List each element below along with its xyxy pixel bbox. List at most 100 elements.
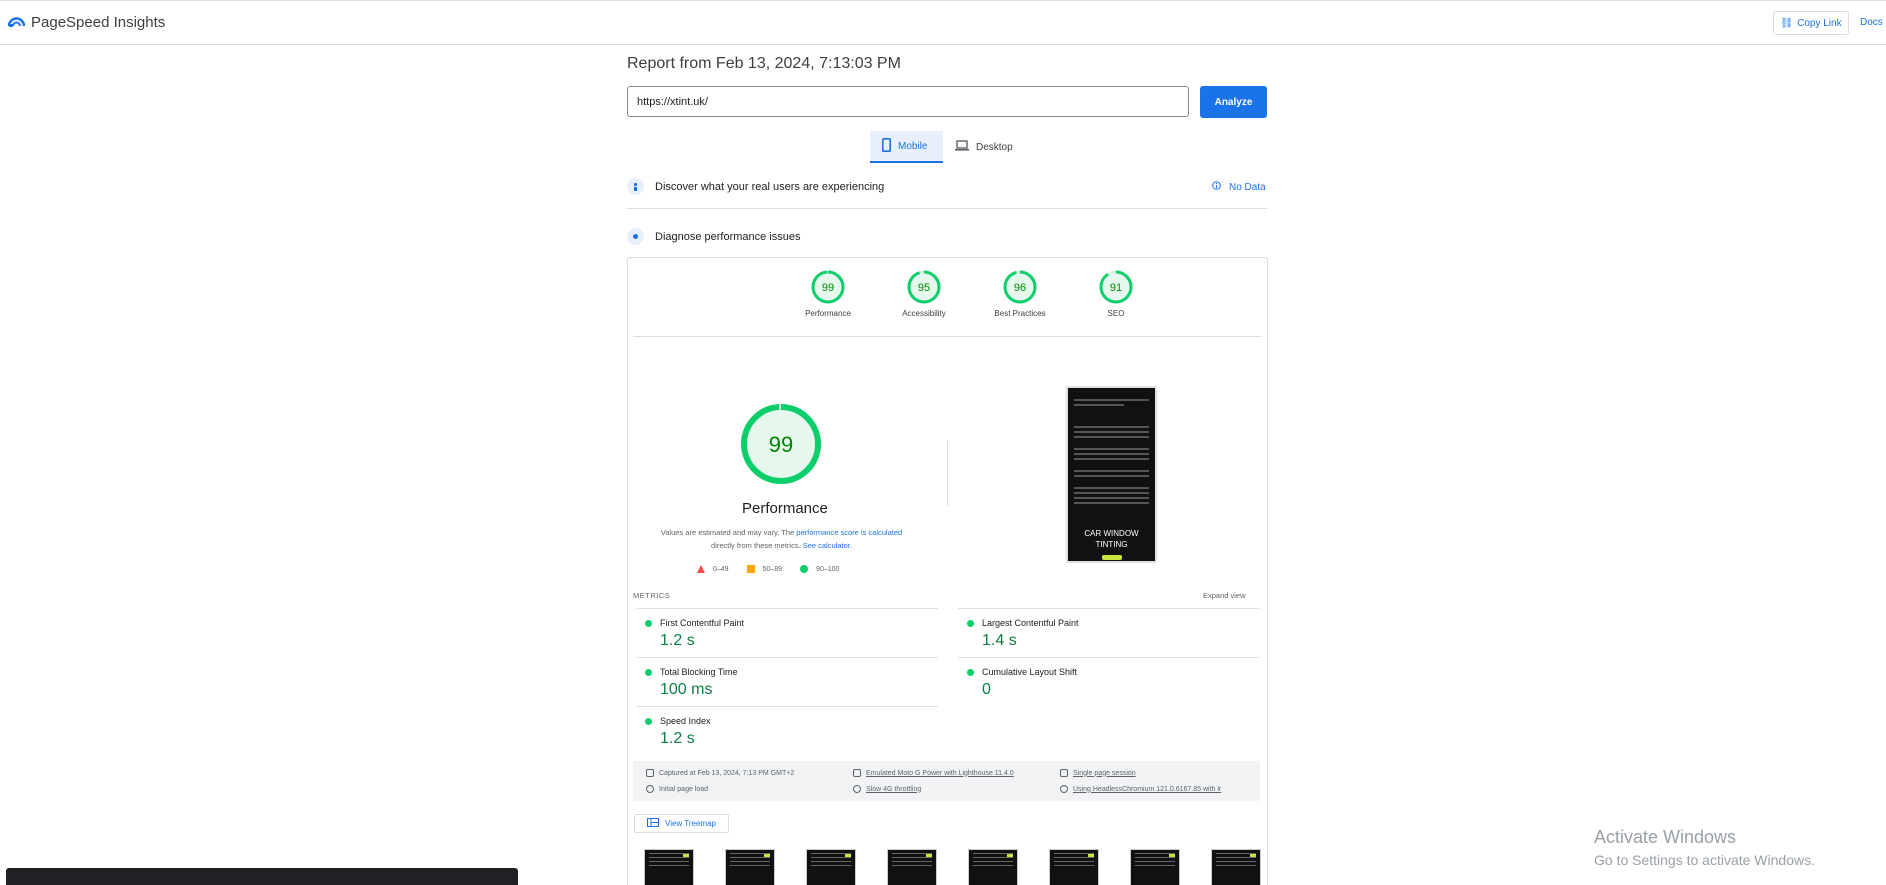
filmstrip-frame <box>1049 849 1099 885</box>
runtime-captured: Captured at Feb 13, 2024, 7:13 PM GMT+2 <box>646 769 794 777</box>
metrics-label: METRICS <box>633 591 671 600</box>
view-treemap-button[interactable]: View Treemap <box>634 814 729 833</box>
top-bar: PageSpeed Insights ⛓ Copy Link Docs <box>0 0 1886 45</box>
timer-icon <box>646 785 654 793</box>
tab-desktop-label: Desktop <box>976 141 1013 153</box>
score-best-practices-label: Best Practices <box>994 309 1046 318</box>
metric-speed-index: Speed Index 1.2 s <box>636 706 938 756</box>
best-practices-gauge: 96 <box>1003 270 1037 304</box>
url-input[interactable] <box>627 86 1189 117</box>
performance-title: Performance <box>742 500 828 517</box>
runtime-initial-load: Initial page load <box>646 785 708 793</box>
treemap-icon <box>647 818 659 829</box>
svg-text:91: 91 <box>1110 282 1122 294</box>
pass-circle-icon <box>645 718 652 725</box>
pass-circle-icon <box>800 565 809 573</box>
legend-average: 50–89 <box>746 565 782 573</box>
svg-text:96: 96 <box>1014 282 1026 294</box>
performance-gauge: 99 <box>811 270 845 304</box>
filmstrip-frame <box>1211 849 1261 885</box>
accessibility-gauge: 95 <box>907 270 941 304</box>
real-users-heading: Discover what your real users are experi… <box>655 180 885 193</box>
seo-gauge: 91 <box>1099 270 1133 304</box>
windows-activation-title: Activate Windows <box>1594 827 1737 847</box>
metric-name: First Contentful Paint <box>660 618 745 628</box>
windows-activation-subtitle: Go to Settings to activate Windows. <box>1594 852 1815 868</box>
fail-triangle-icon <box>697 565 705 573</box>
score-calculated-link[interactable]: performance score is calculated <box>796 528 902 537</box>
wifi-icon <box>853 785 861 793</box>
smartphone-icon <box>882 137 892 155</box>
tab-mobile[interactable]: Mobile <box>870 131 943 163</box>
pass-circle-icon <box>967 669 974 676</box>
pass-circle-icon <box>645 620 652 627</box>
runtime-browser[interactable]: Using HeadlessChromium 121.0.6167.85 wit… <box>1060 785 1221 793</box>
filmstrip-frame <box>968 849 1018 885</box>
metric-value: 0 <box>982 681 991 698</box>
metric-cls: Cumulative Layout Shift 0 <box>958 657 1260 707</box>
category-scores: 99 Performance 95 Accessibility 96 Best … <box>800 270 1144 318</box>
metric-value: 100 ms <box>660 681 713 698</box>
legend-pass: 90–100 <box>800 565 839 573</box>
metric-value: 1.2 s <box>660 632 695 649</box>
score-seo[interactable]: 91 SEO <box>1088 270 1144 318</box>
score-performance[interactable]: 99 Performance <box>800 270 856 318</box>
see-calculator-link[interactable]: See calculator. <box>803 541 852 550</box>
copy-link-button[interactable]: ⛓ Copy Link <box>1773 11 1849 35</box>
metric-value: 1.2 s <box>660 730 695 747</box>
average-square-icon <box>746 565 755 573</box>
session-icon <box>1060 769 1068 777</box>
copy-link-label: Copy Link <box>1797 17 1842 29</box>
metric-name: Total Blocking Time <box>660 667 738 677</box>
pass-circle-icon <box>967 620 974 627</box>
runtime-device[interactable]: Emulated Moto G Power with Lighthouse 11… <box>853 769 1014 777</box>
performance-score-value: 99 <box>769 432 793 457</box>
score-performance-label: Performance <box>805 309 851 318</box>
expand-view-toggle[interactable]: Expand view <box>1203 591 1246 600</box>
link-icon: ⛓ <box>1780 17 1794 29</box>
runtime-settings: Captured at Feb 13, 2024, 7:13 PM GMT+2 … <box>633 761 1260 801</box>
laptop-icon <box>955 140 969 154</box>
screenshot-button <box>1102 555 1122 560</box>
filmstrip <box>644 849 1261 885</box>
users-icon <box>627 178 644 195</box>
note-text-1: Values are estimated and may vary. The <box>660 528 797 537</box>
filmstrip-frame <box>806 849 856 885</box>
tab-desktop[interactable]: Desktop <box>943 131 1025 163</box>
no-data-link[interactable]: No Data <box>1212 181 1266 193</box>
metric-lcp: Largest Contentful Paint 1.4 s <box>958 608 1260 658</box>
calendar-icon <box>646 769 654 777</box>
pagespeed-logo-icon <box>7 13 26 32</box>
runtime-throttling[interactable]: Slow 4G throttling <box>853 785 921 793</box>
chromium-icon <box>1060 785 1068 793</box>
metric-value: 1.4 s <box>982 632 1017 649</box>
tab-mobile-label: Mobile <box>898 140 928 152</box>
real-users-section: Discover what your real users are experi… <box>627 178 1267 195</box>
score-accessibility[interactable]: 95 Accessibility <box>896 270 952 318</box>
final-screenshot[interactable]: CAR WINDOW TINTING <box>1066 386 1157 563</box>
note-text-2: directly from these metrics. <box>711 541 803 550</box>
metric-fcp: First Contentful Paint 1.2 s <box>636 608 938 658</box>
diagnose-section: Diagnose performance issues <box>627 228 1267 245</box>
info-icon <box>1212 181 1221 193</box>
app-title: PageSpeed Insights <box>31 14 166 31</box>
performance-note: Values are estimated and may vary. The p… <box>648 526 915 552</box>
lab-flask-icon <box>627 228 644 245</box>
no-data-label: No Data <box>1229 181 1266 193</box>
legend-fail: 0–49 <box>697 565 729 573</box>
vertical-separator <box>947 441 948 506</box>
diagnose-heading: Diagnose performance issues <box>655 230 801 243</box>
app-logo[interactable]: PageSpeed Insights <box>7 13 166 32</box>
pass-circle-icon <box>645 669 652 676</box>
report-title: Report from Feb 13, 2024, 7:13:03 PM <box>627 55 901 72</box>
cookie-snackbar <box>6 868 518 885</box>
analyze-button[interactable]: Analyze <box>1200 86 1267 118</box>
filmstrip-frame <box>1130 849 1180 885</box>
score-best-practices[interactable]: 96 Best Practices <box>992 270 1048 318</box>
svg-text:99: 99 <box>822 282 834 294</box>
metric-name: Largest Contentful Paint <box>982 618 1079 628</box>
filmstrip-frame <box>887 849 937 885</box>
runtime-session[interactable]: Single page session <box>1060 769 1136 777</box>
docs-link[interactable]: Docs <box>1860 17 1883 28</box>
filmstrip-frame <box>725 849 775 885</box>
